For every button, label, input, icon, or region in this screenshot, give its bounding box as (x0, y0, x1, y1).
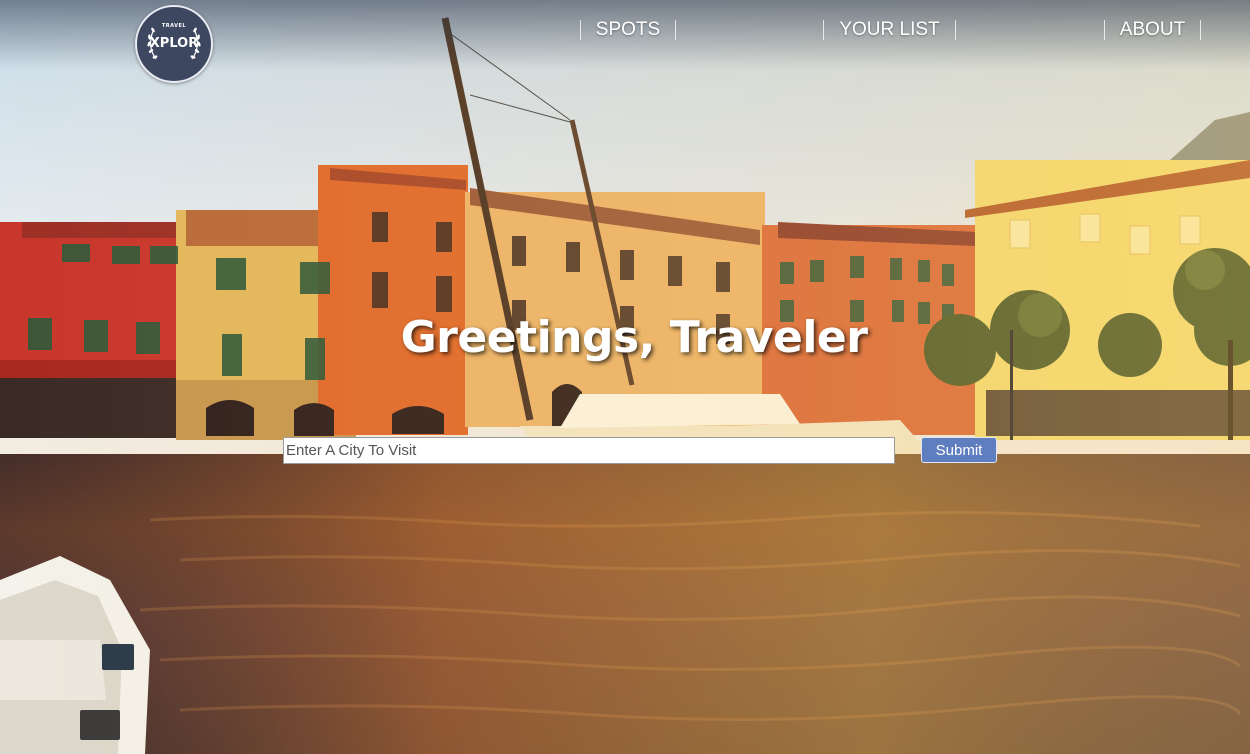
submit-button[interactable]: Submit (921, 437, 997, 463)
nav-spots[interactable]: SPOTS (581, 18, 675, 42)
xplor-logo[interactable]: TRAVEL XPLOR (135, 5, 213, 83)
nav-divider (1200, 20, 1201, 40)
logo-tagline: TRAVEL (161, 23, 187, 29)
nav-divider (675, 20, 676, 40)
nav-about[interactable]: ABOUT (1105, 18, 1200, 42)
harbor-background-image (0, 0, 1250, 754)
city-search-input[interactable] (283, 437, 895, 464)
nav-your-list[interactable]: YOUR LIST (824, 18, 955, 42)
nav-divider (955, 20, 956, 40)
hero-title: Greetings, Traveler (400, 312, 868, 363)
page: TRAVEL XPLOR SPOTS YOUR LIST ABOUT Greet… (0, 0, 1250, 754)
logo-name: XPLOR (149, 36, 199, 51)
